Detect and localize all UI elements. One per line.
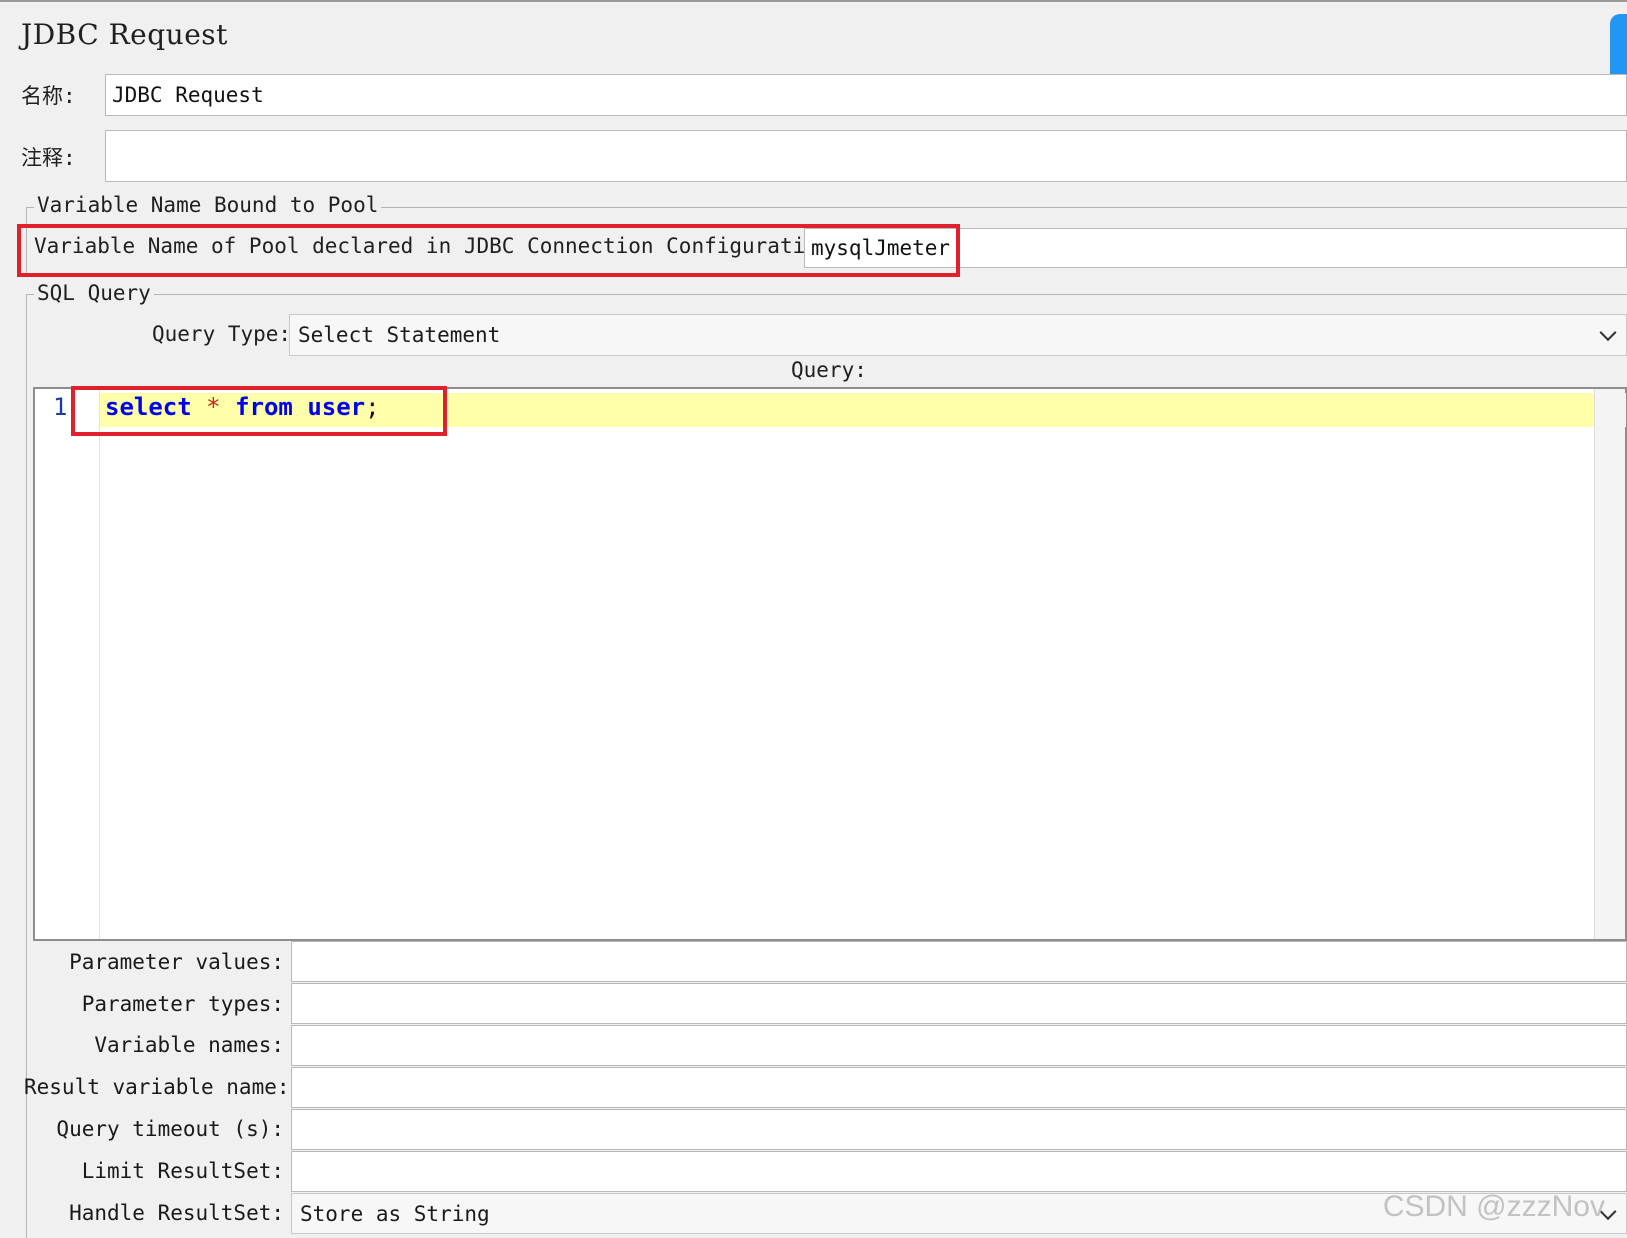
top-divider bbox=[0, 0, 1627, 2]
sql-group-title: SQL Query bbox=[34, 281, 154, 305]
highlight-box-pool bbox=[17, 224, 960, 277]
name-input[interactable]: JDBC Request bbox=[105, 74, 1627, 116]
param-types-input[interactable] bbox=[291, 983, 1627, 1024]
query-type-select[interactable]: Select Statement bbox=[289, 314, 1627, 356]
variable-names-input[interactable] bbox=[291, 1025, 1627, 1066]
query-type-label: Query Type: bbox=[152, 322, 292, 346]
chevron-down-icon bbox=[1599, 324, 1617, 342]
handle-resultset-value: Store as String bbox=[300, 1201, 490, 1226]
query-type-value: Select Statement bbox=[298, 323, 501, 347]
query-timeout-input[interactable] bbox=[291, 1109, 1627, 1150]
result-variable-input[interactable] bbox=[291, 1067, 1627, 1108]
param-values-label: Parameter values: bbox=[69, 950, 284, 974]
limit-resultset-input[interactable] bbox=[291, 1151, 1627, 1192]
comment-label: 注释: bbox=[21, 146, 76, 170]
highlight-box-query bbox=[71, 386, 447, 436]
pool-group-title: Variable Name Bound to Pool bbox=[34, 193, 382, 217]
query-label: Query: bbox=[791, 358, 867, 382]
query-timeout-label: Query timeout (s): bbox=[56, 1117, 284, 1141]
line-number: 1 bbox=[53, 393, 68, 421]
param-values-input[interactable] bbox=[291, 941, 1627, 982]
comment-input[interactable] bbox=[105, 130, 1627, 182]
name-label: 名称: bbox=[21, 84, 76, 108]
variable-names-label: Variable names: bbox=[94, 1033, 284, 1057]
limit-resultset-label: Limit ResultSet: bbox=[81, 1159, 284, 1183]
watermark: CSDN @zzzNov bbox=[1382, 1190, 1605, 1223]
panel-title: JDBC Request bbox=[21, 18, 228, 51]
query-editor[interactable]: 1 select * from user; bbox=[33, 387, 1627, 941]
handle-resultset-label: Handle ResultSet: bbox=[69, 1201, 284, 1225]
editor-scrollbar[interactable] bbox=[1594, 389, 1625, 939]
line-number-gutter bbox=[35, 389, 100, 939]
param-types-label: Parameter types: bbox=[81, 992, 284, 1016]
result-variable-label: Result variable name: bbox=[24, 1075, 290, 1099]
